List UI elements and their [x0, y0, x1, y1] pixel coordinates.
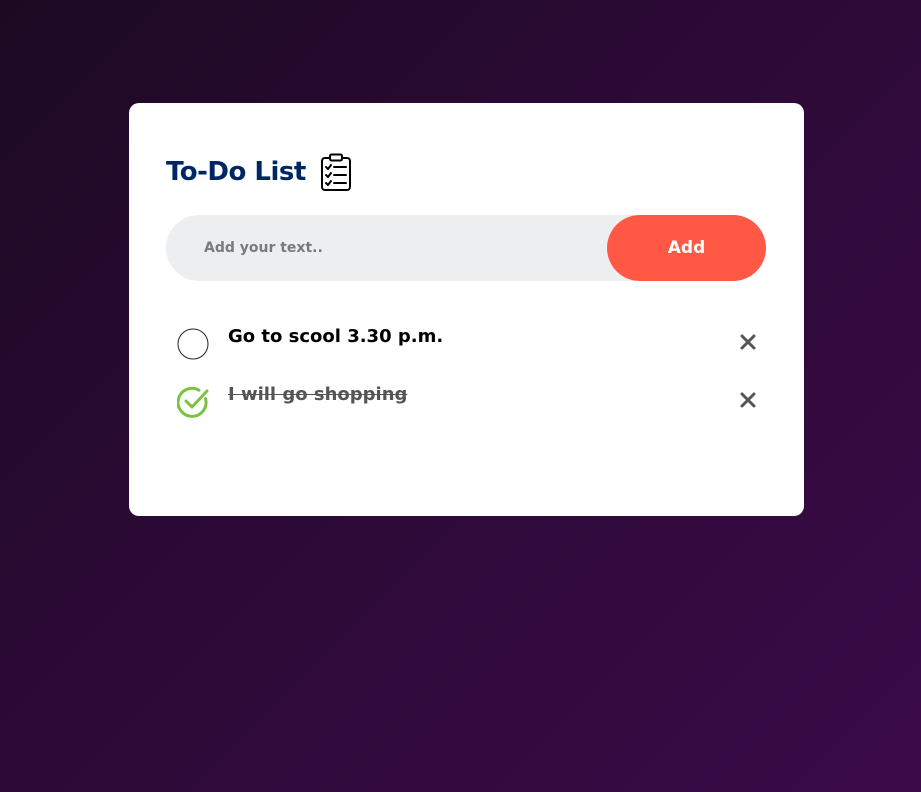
page-title: To-Do List	[166, 157, 306, 187]
checked-circle-icon[interactable]	[176, 386, 209, 418]
unchecked-circle-icon[interactable]	[177, 328, 209, 360]
close-icon[interactable]	[739, 391, 757, 409]
list-item[interactable]: I will go shopping	[176, 383, 757, 441]
close-icon[interactable]	[739, 333, 757, 351]
add-button[interactable]: Add	[607, 215, 766, 281]
task-list: Go to scool 3.30 p.m. I will go shopping	[176, 325, 757, 441]
todo-card: To-Do List Add Go to scool	[129, 103, 804, 516]
list-item[interactable]: Go to scool 3.30 p.m.	[177, 325, 757, 383]
task-text: I will go shopping	[228, 384, 408, 405]
task-input-row: Add	[166, 215, 766, 281]
clipboard-checklist-icon	[320, 153, 352, 191]
task-text: Go to scool 3.30 p.m.	[228, 326, 444, 347]
todo-header: To-Do List	[166, 153, 352, 191]
task-input[interactable]	[166, 240, 607, 256]
